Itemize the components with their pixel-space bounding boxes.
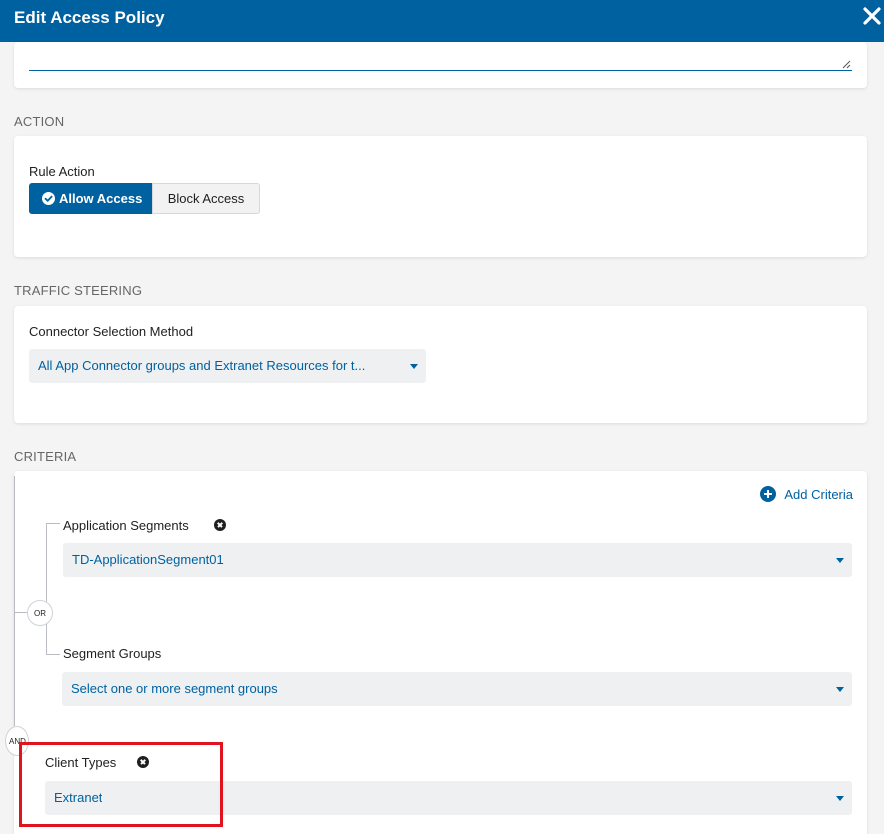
close-icon — [863, 7, 881, 25]
check-circle-icon — [42, 192, 55, 205]
dialog-title: Edit Access Policy — [14, 8, 165, 27]
description-card — [14, 42, 867, 88]
chevron-down-icon — [836, 796, 844, 801]
plus-circle-icon — [760, 486, 777, 502]
dialog-header: Edit Access Policy — [0, 0, 884, 42]
and-connector-line — [14, 476, 15, 726]
segment-groups-dropdown[interactable]: Select one or more segment groups — [62, 672, 852, 706]
section-label-action: ACTION — [14, 114, 65, 129]
connector-selection-value: All App Connector groups and Extranet Re… — [38, 358, 366, 373]
section-label-traffic-steering: TRAFFIC STEERING — [14, 283, 143, 298]
application-segments-label: Application Segments — [63, 518, 189, 533]
chevron-down-icon — [410, 364, 418, 369]
or-operator-badge: OR — [27, 600, 53, 626]
section-label-criteria: CRITERIA — [14, 449, 77, 464]
traffic-steering-card: Connector Selection Method All App Conne… — [14, 306, 867, 423]
chevron-down-icon — [836, 558, 844, 563]
remove-application-segments-icon[interactable] — [214, 519, 226, 531]
chevron-down-icon — [836, 687, 844, 692]
allow-access-button[interactable]: Allow Access — [29, 183, 152, 214]
or-bracket-line — [46, 523, 47, 654]
or-bracket-top — [46, 523, 60, 524]
or-stub — [14, 612, 28, 613]
close-button[interactable] — [862, 6, 884, 28]
add-criteria-label: Add Criteria — [784, 486, 853, 502]
action-card: Rule Action Allow Access Block Access — [14, 136, 867, 257]
or-bracket-bottom — [46, 654, 60, 655]
highlight-box — [19, 742, 223, 827]
description-textarea[interactable] — [29, 70, 852, 71]
application-segments-value: TD-ApplicationSegment01 — [72, 552, 224, 567]
connector-selection-dropdown[interactable]: All App Connector groups and Extranet Re… — [29, 349, 426, 383]
add-criteria-button[interactable]: Add Criteria — [760, 486, 853, 502]
resize-icon[interactable] — [842, 60, 851, 69]
application-segments-dropdown[interactable]: TD-ApplicationSegment01 — [63, 543, 852, 577]
segment-groups-placeholder: Select one or more segment groups — [71, 681, 278, 696]
block-access-button[interactable]: Block Access — [152, 183, 260, 214]
allow-access-label: Allow Access — [59, 191, 143, 206]
rule-action-label: Rule Action — [29, 164, 95, 179]
connector-selection-label: Connector Selection Method — [29, 324, 194, 339]
segment-groups-label: Segment Groups — [63, 646, 162, 661]
